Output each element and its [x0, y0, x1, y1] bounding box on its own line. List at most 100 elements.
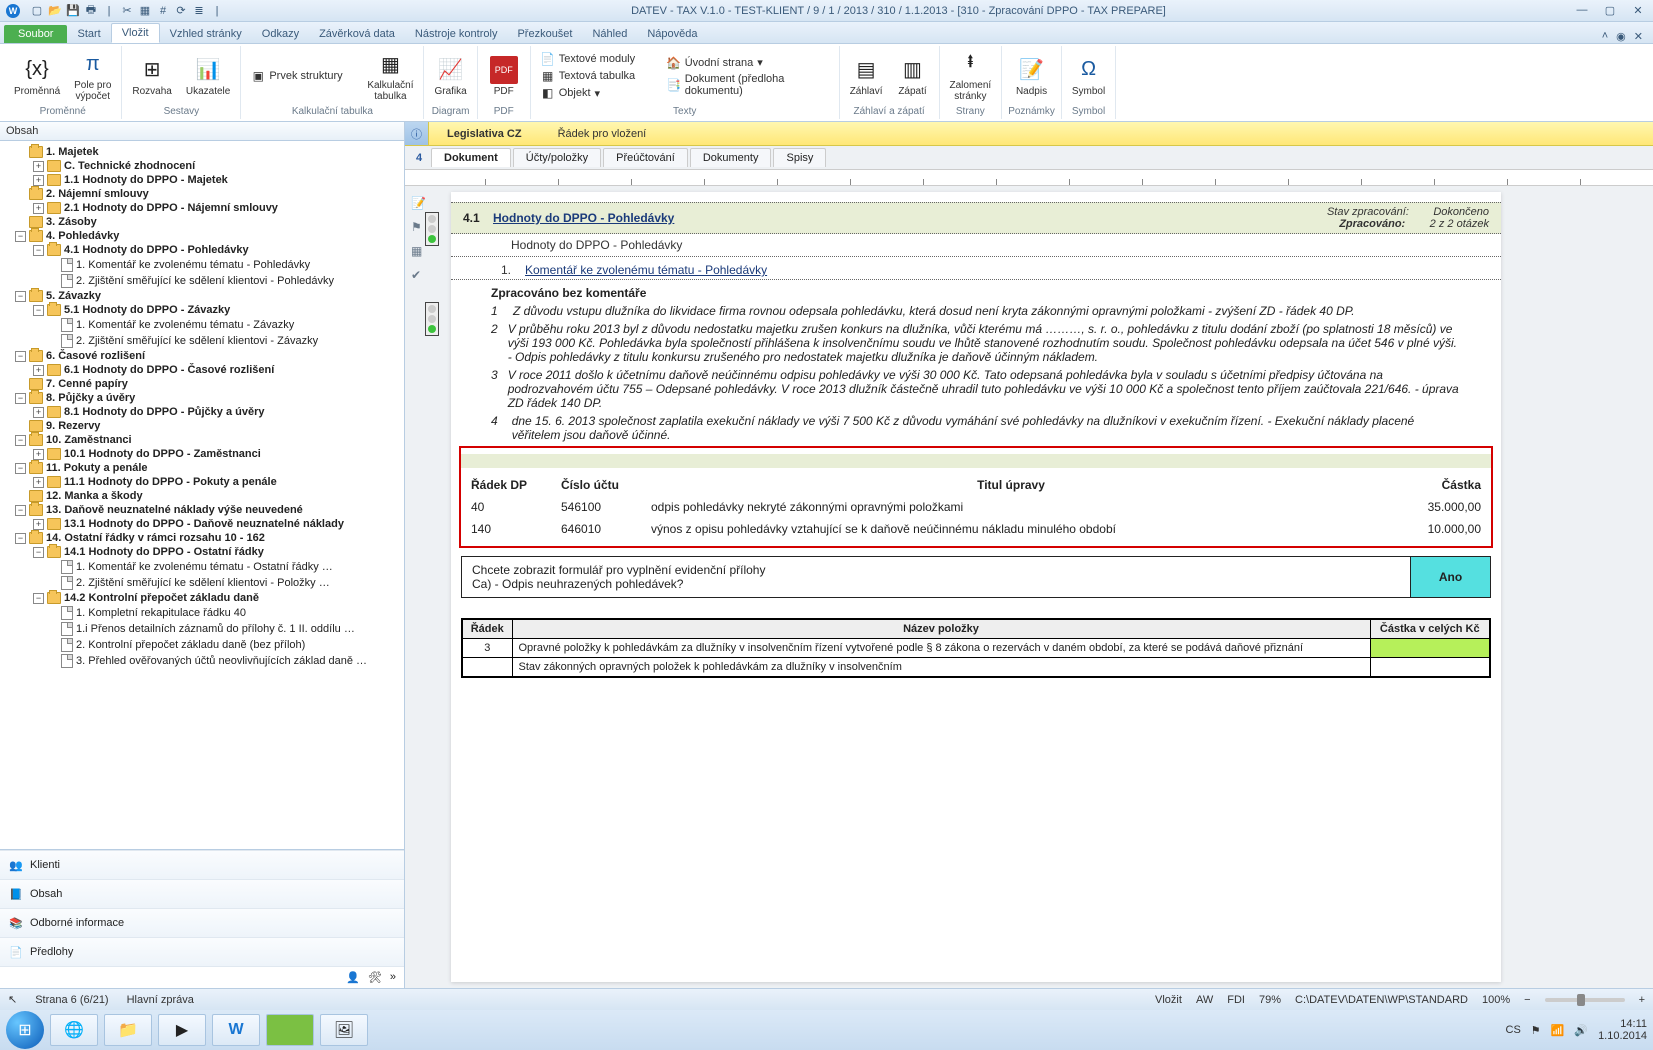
btn-rozvaha[interactable]: ⊞Rozvaha — [128, 54, 175, 99]
expand-icon[interactable]: + — [33, 407, 44, 418]
btn-symbol[interactable]: ΩSymbol — [1068, 54, 1109, 99]
zoom-out-icon[interactable]: − — [1524, 994, 1530, 1006]
doctab-spisy[interactable]: Spisy — [773, 148, 826, 167]
btn-polepro[interactable]: πPole pro výpočet — [70, 48, 115, 104]
tree-item[interactable]: +1.1 Hodnoty do DPPO - Majetek — [2, 173, 402, 187]
tree-item[interactable]: 1. Komentář ke zvolenému tématu - Závazk… — [2, 317, 402, 333]
btn-zahlavi[interactable]: ▤Záhlaví — [846, 54, 887, 99]
collapse-icon[interactable]: − — [15, 231, 26, 242]
tree-item[interactable]: 2. Kontrolní přepočet základu daně (bez … — [2, 637, 402, 653]
nav-klienti[interactable]: 👥Klienti — [0, 850, 404, 879]
task-media[interactable]: ▶ — [158, 1014, 206, 1046]
collapse-icon[interactable]: − — [33, 245, 44, 256]
doctab-ucty[interactable]: Účty/položky — [513, 148, 601, 167]
tree-item[interactable]: −10. Zaměstnanci — [2, 433, 402, 447]
tree-item[interactable]: 3. Přehled ověřovaných účtů neovlivňujíc… — [2, 653, 402, 669]
expand-icon[interactable]: + — [33, 365, 44, 376]
gutter-note-icon[interactable]: 📝 — [411, 196, 427, 212]
tree-item[interactable]: 1. Kompletní rekapitulace řádku 40 — [2, 605, 402, 621]
btn-zapati[interactable]: ▥Zápatí — [893, 54, 933, 99]
tree-item[interactable]: −14.2 Kontrolní přepočet základu daně — [2, 591, 402, 605]
tree-item[interactable]: +C. Technické zhodnocení — [2, 159, 402, 173]
doctab-preuc[interactable]: Přeúčtování — [603, 148, 688, 167]
tab-vlozit[interactable]: Vložit — [111, 23, 160, 43]
expand-icon[interactable]: + — [33, 161, 44, 172]
collapse-icon[interactable]: − — [15, 351, 26, 362]
collapse-icon[interactable]: − — [33, 305, 44, 316]
tree-item[interactable]: 2. Zjištění směřující ke sdělení kliento… — [2, 575, 402, 591]
close-button[interactable]: ✕ — [1629, 4, 1647, 17]
zoom-in-icon[interactable]: + — [1639, 994, 1645, 1006]
gutter-check-icon[interactable]: ✔ — [411, 268, 427, 284]
tree-item[interactable]: −5.1 Hodnoty do DPPO - Závazky — [2, 303, 402, 317]
tray-flag-icon[interactable]: ⚑ — [1531, 1024, 1541, 1037]
info-bar-icon[interactable]: ⓘ — [405, 122, 429, 145]
tray-lang[interactable]: CS — [1506, 1024, 1521, 1036]
tree-item[interactable]: −11. Pokuty a penále — [2, 461, 402, 475]
tree-item[interactable]: −14. Ostatní řádky v rámci rozsahu 10 - … — [2, 531, 402, 545]
tree-item[interactable]: 12. Manka a škody — [2, 489, 402, 503]
tab-napoveda[interactable]: Nápověda — [637, 25, 707, 43]
nav-predlohy[interactable]: 📄Předlohy — [0, 937, 404, 966]
tree-item[interactable]: 2. Nájemní smlouvy — [2, 187, 402, 201]
collapse-icon[interactable]: − — [15, 463, 26, 474]
tab-start[interactable]: Start — [67, 25, 110, 43]
tree-item[interactable]: −4.1 Hodnoty do DPPO - Pohledávky — [2, 243, 402, 257]
tray-clock[interactable]: 14:11 1.10.2014 — [1598, 1018, 1647, 1042]
btn-promenna[interactable]: {x}Proměnná — [10, 54, 64, 99]
tree-item[interactable]: −8. Půjčky a úvěry — [2, 391, 402, 405]
tree-item[interactable]: +2.1 Hodnoty do DPPO - Nájemní smlouvy — [2, 201, 402, 215]
btn-objekt[interactable]: ◧Objekt ▾ — [537, 85, 657, 101]
btn-textmod[interactable]: 📄Textové moduly — [537, 51, 657, 67]
tree-item[interactable]: +10.1 Hodnoty do DPPO - Zaměstnanci — [2, 447, 402, 461]
task-app-w[interactable]: W — [212, 1014, 260, 1046]
tree-item[interactable]: −13. Daňově neuznatelné náklady výše neu… — [2, 503, 402, 517]
task-app-green[interactable] — [266, 1014, 314, 1046]
collapse-icon[interactable]: − — [15, 291, 26, 302]
tab-odkazy[interactable]: Odkazy — [252, 25, 309, 43]
nav-tool2-icon[interactable]: 🛠 — [368, 971, 382, 984]
qat-list-icon[interactable]: ≣ — [192, 4, 206, 18]
tree-item[interactable]: 2. Zjištění směřující ke sdělení kliento… — [2, 333, 402, 349]
tree-item[interactable]: 1. Komentář ke zvolenému tématu - Pohled… — [2, 257, 402, 273]
nav-expand-icon[interactable]: » — [390, 971, 396, 984]
gutter-sheet-icon[interactable]: ▦ — [411, 244, 427, 260]
collapse-icon[interactable]: − — [15, 505, 26, 516]
tree-item[interactable]: +8.1 Hodnoty do DPPO - Půjčky a úvěry — [2, 405, 402, 419]
maximize-button[interactable]: ▢ — [1601, 4, 1619, 17]
qat-save-icon[interactable]: 💾 — [66, 4, 80, 18]
collapse-icon[interactable]: − — [33, 593, 44, 604]
tree-item[interactable]: −6. Časové rozlišení — [2, 349, 402, 363]
btn-prvek[interactable]: ▣Prvek struktury — [247, 68, 357, 84]
btn-ukazatele[interactable]: 📊Ukazatele — [182, 54, 234, 99]
expand-icon[interactable]: + — [33, 477, 44, 488]
task-ie[interactable]: 🌐 — [50, 1014, 98, 1046]
tray-network-icon[interactable]: 📶 — [1551, 1024, 1565, 1037]
nav-odborne[interactable]: 📚Odborné informace — [0, 908, 404, 937]
btn-texttab[interactable]: ▦Textová tabulka — [537, 68, 657, 84]
btn-pdf[interactable]: PDFPDF — [484, 54, 524, 99]
tree-item[interactable]: −4. Pohledávky — [2, 229, 402, 243]
collapse-icon[interactable]: − — [15, 533, 26, 544]
tab-vzhled[interactable]: Vzhled stránky — [160, 25, 252, 43]
expand-icon[interactable]: + — [33, 449, 44, 460]
tree-item[interactable]: 9. Rezervy — [2, 419, 402, 433]
expand-icon[interactable]: + — [33, 203, 44, 214]
btn-dokpred[interactable]: 📑Dokument (předloha dokumentu) — [663, 72, 833, 98]
tree-item[interactable]: 1. Majetek — [2, 145, 402, 159]
tree-item[interactable]: 7. Cenné papíry — [2, 377, 402, 391]
qat-open-icon[interactable]: 📂 — [48, 4, 62, 18]
btn-nadpis[interactable]: 📝Nadpis — [1012, 54, 1052, 99]
tree-item[interactable]: +11.1 Hodnoty do DPPO - Pokuty a penále — [2, 475, 402, 489]
doctab-dokument[interactable]: Dokument — [431, 148, 511, 167]
tree-item[interactable]: −5. Závazky — [2, 289, 402, 303]
qat-new-icon[interactable]: ▢ — [30, 4, 44, 18]
doctab-dokumenty[interactable]: Dokumenty — [690, 148, 772, 167]
zoom-slider[interactable] — [1545, 998, 1625, 1002]
tab-nastroje[interactable]: Nástroje kontroly — [405, 25, 508, 43]
tab-nahled[interactable]: Náhled — [582, 25, 637, 43]
task-explorer[interactable]: 📁 — [104, 1014, 152, 1046]
tree-item[interactable]: +13.1 Hodnoty do DPPO - Daňově neuznatel… — [2, 517, 402, 531]
qat-hash-icon[interactable]: # — [156, 4, 170, 18]
ribbon-help-icon[interactable]: ◉ — [1616, 30, 1626, 43]
